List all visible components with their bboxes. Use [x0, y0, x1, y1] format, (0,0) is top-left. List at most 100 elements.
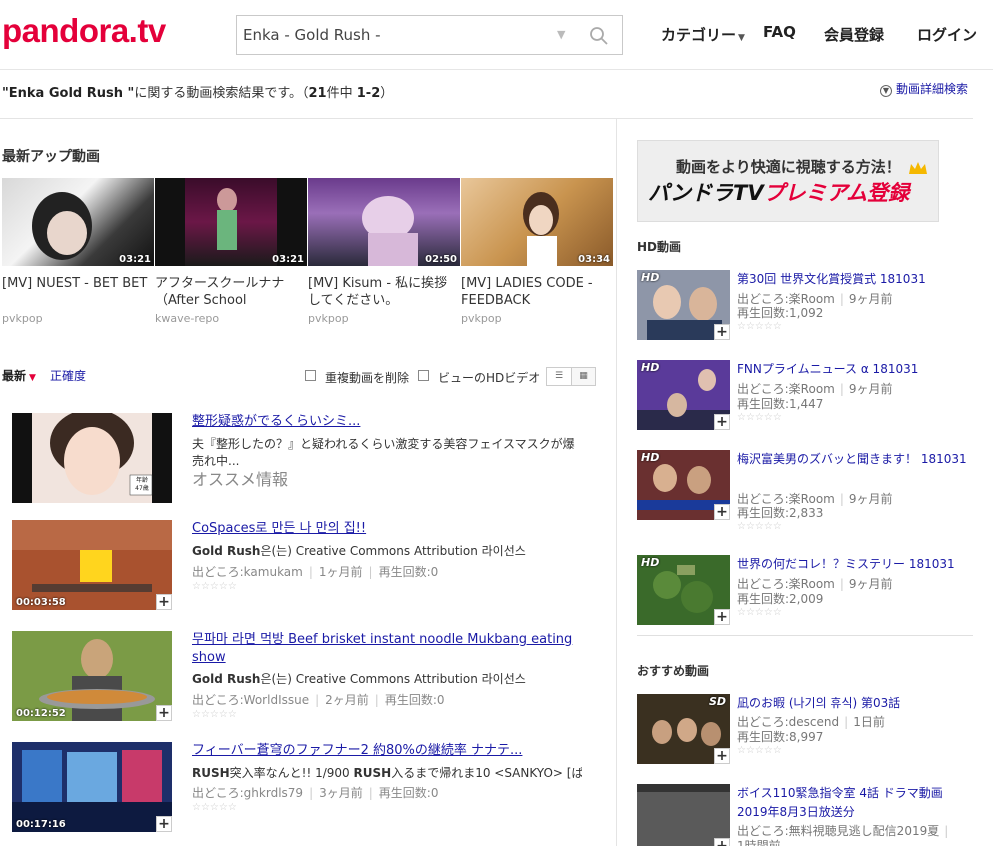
- result-source[interactable]: 出どころ:ghkrdls79: [192, 786, 303, 800]
- sd-badge: SD: [708, 695, 726, 708]
- separator: |: [839, 577, 844, 591]
- hd-thumb-4[interactable]: HD +: [637, 555, 730, 625]
- latest-title-2[interactable]: アフタースクールナナ（After School: [155, 275, 301, 309]
- result-title-3[interactable]: 무파마 라면 먹방 Beef brisket instant noodle Mu…: [192, 631, 582, 667]
- rec-title-1[interactable]: 凪のお暇 (나기의 휴식) 第03話: [737, 694, 967, 713]
- add-playlist-icon[interactable]: +: [156, 705, 172, 721]
- sponsored-label: オススメ情報: [192, 470, 289, 489]
- result-title-2[interactable]: CoSpaces로 만든 나 만의 집!!: [192, 520, 582, 538]
- side-source[interactable]: 出どころ:descend: [737, 715, 839, 729]
- separator: |: [315, 693, 320, 707]
- result-title-4[interactable]: フィーバー蒼穹のファフナー2 約80%の継続率 ナナテ...: [192, 742, 582, 760]
- view-toggle: ☰ ▦: [546, 367, 596, 386]
- rec-age-2: 1時間前: [737, 839, 781, 846]
- separator: |: [368, 565, 373, 579]
- result-thumb-2[interactable]: 00:03:58 +: [12, 520, 172, 610]
- hd-thumb-3[interactable]: HD +: [637, 450, 730, 520]
- search-input[interactable]: [237, 16, 537, 54]
- add-playlist-icon[interactable]: +: [714, 324, 730, 340]
- keyword-highlight: RUSH: [353, 766, 392, 780]
- result-thumb-4[interactable]: 00:17:16 +: [12, 742, 172, 832]
- add-playlist-icon[interactable]: +: [714, 609, 730, 625]
- rating-stars: ☆☆☆☆☆: [737, 321, 782, 332]
- thumbnail-image: [32, 192, 92, 260]
- dropdown-caret-icon[interactable]: ▼: [557, 28, 565, 41]
- divider: [637, 635, 973, 636]
- summary-suffix: に関する動画検索結果です。（: [134, 86, 309, 101]
- separator: |: [839, 292, 844, 306]
- result-views: 再生回数:0: [384, 693, 445, 707]
- add-playlist-icon[interactable]: +: [714, 504, 730, 520]
- nav-faq[interactable]: FAQ: [763, 23, 796, 41]
- nav-login[interactable]: ログイン: [917, 24, 977, 45]
- side-source[interactable]: 出どころ:楽Room: [737, 382, 835, 396]
- duration-label: 00:17:16: [16, 819, 66, 830]
- latest-section-title: 最新アップ動画: [2, 149, 100, 165]
- result-meta-3: 出どころ:WorldIssue | 2ヶ月前 | 再生回数:0: [192, 691, 445, 708]
- search-icon[interactable]: [587, 24, 611, 48]
- hd-title-4[interactable]: 世界の何だコレ！？ミステリー 181031: [737, 555, 967, 574]
- latest-channel-4[interactable]: pvkpop: [461, 312, 502, 325]
- add-playlist-icon[interactable]: +: [714, 414, 730, 430]
- grid-view-icon[interactable]: ▦: [571, 368, 595, 385]
- result-title-1[interactable]: 整形疑惑がでるくらいシミ...: [192, 413, 582, 431]
- add-playlist-icon[interactable]: +: [714, 748, 730, 764]
- side-source[interactable]: 出どころ:無料視聴見逃し配信2019夏: [737, 824, 939, 838]
- keyword-highlight: Gold Rush: [192, 544, 261, 558]
- rec-thumb-2[interactable]: +: [637, 784, 730, 846]
- results-summary: "Enka Gold Rush "に関する動画検索結果です。（21件中 1-2）: [2, 82, 393, 101]
- pandora-logo[interactable]: pandora.tv: [2, 12, 166, 50]
- hd-section-title: HD動画: [637, 240, 682, 254]
- result-thumb-1[interactable]: 年齢 47歳: [12, 413, 172, 503]
- hd-thumb-1[interactable]: HD +: [637, 270, 730, 340]
- latest-channel-3[interactable]: pvkpop: [308, 312, 349, 325]
- result-thumb-3[interactable]: 00:12:52 +: [12, 631, 172, 721]
- hd-views-2: 再生回数:1,447: [737, 397, 824, 411]
- nav-category[interactable]: カテゴリー ▼: [661, 24, 745, 45]
- latest-title-1[interactable]: [MV] NUEST - BET BET: [2, 275, 148, 292]
- add-playlist-icon[interactable]: +: [714, 838, 730, 846]
- add-playlist-icon[interactable]: +: [156, 816, 172, 832]
- hd-title-1[interactable]: 第30回 世界文化賞授賞式 181031: [737, 270, 967, 289]
- latest-thumb-3[interactable]: 02:50: [308, 178, 460, 266]
- hd-title-3[interactable]: 梅沢富美男のズバッと聞きます！ 181031: [737, 450, 967, 469]
- separator: |: [368, 786, 373, 800]
- latest-channel-1[interactable]: pvkpop: [2, 312, 43, 325]
- side-source[interactable]: 出どころ:楽Room: [737, 577, 835, 591]
- rec-title-2[interactable]: ボイス110緊急指令室 4話 ドラマ動画 2019年8月3日放送分: [737, 784, 967, 822]
- hd-badge: HD: [641, 361, 660, 374]
- result-source[interactable]: 出どころ:kamukam: [192, 565, 303, 579]
- latest-thumb-2[interactable]: 03:21: [155, 178, 307, 266]
- latest-thumb-4[interactable]: 03:34: [461, 178, 613, 266]
- column-divider: [616, 119, 617, 846]
- keyword-highlight: RUSH: [192, 766, 230, 780]
- latest-title-4[interactable]: [MV] LADIES CODE - FEEDBACK: [461, 275, 607, 309]
- summary-mid: 件中: [326, 86, 357, 101]
- hd-checkbox[interactable]: [418, 370, 429, 381]
- result-source[interactable]: 出どころ:WorldIssue: [192, 693, 309, 707]
- dedupe-checkbox[interactable]: [305, 370, 316, 381]
- latest-title-3[interactable]: [MV] Kisum - 私に挨拶してください。: [308, 275, 454, 309]
- result-meta-2: 出どころ:kamukam | 1ヶ月前 | 再生回数:0: [192, 563, 438, 580]
- latest-channel-2[interactable]: kwave-repo: [155, 312, 219, 325]
- sort-latest[interactable]: 最新 ▼: [2, 367, 36, 384]
- desc-text: 은(는) Creative Commons Attribution 라이선스: [260, 544, 526, 558]
- latest-thumb-1[interactable]: 03:21: [2, 178, 154, 266]
- rating-stars: ☆☆☆☆☆: [737, 521, 782, 532]
- sort-accuracy[interactable]: 正確度: [50, 367, 86, 384]
- premium-banner[interactable]: 動画をより快適に視聴する方法！ パンドラTVプレミアム登録: [637, 140, 939, 222]
- result-desc-4: RUSH突入率なんと!! 1/900 RUSH入るまで帰れま10 <SANKYO…: [192, 765, 582, 782]
- add-playlist-icon[interactable]: +: [156, 594, 172, 610]
- hd-title-2[interactable]: FNNプライムニュース α 181031: [737, 360, 967, 379]
- rec-thumb-1[interactable]: SD +: [637, 694, 730, 764]
- nav-register[interactable]: 会員登録: [824, 24, 884, 45]
- advanced-search-link[interactable]: ▼ 動画詳細検索: [880, 80, 968, 97]
- nav-category-label: カテゴリー: [661, 26, 737, 44]
- separator: |: [374, 693, 379, 707]
- list-view-icon[interactable]: ☰: [547, 368, 571, 385]
- result-meta-4: 出どころ:ghkrdls79 | 3ヶ月前 | 再生回数:0: [192, 784, 438, 801]
- side-age: 9ヶ月前: [848, 382, 893, 396]
- result-age: 2ヶ月前: [325, 693, 369, 707]
- hd-thumb-2[interactable]: HD +: [637, 360, 730, 430]
- crown-icon: [909, 162, 927, 174]
